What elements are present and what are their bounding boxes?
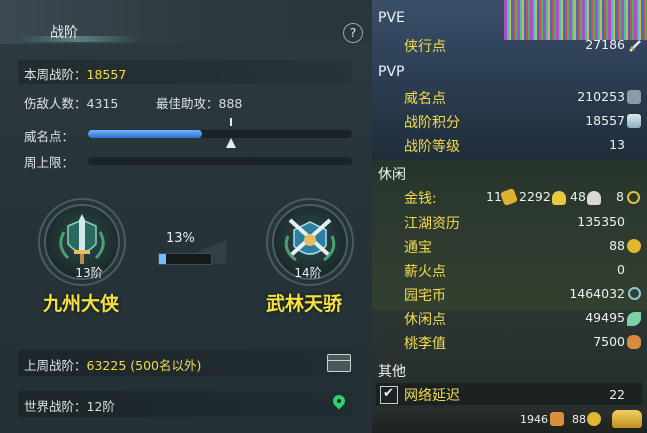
last-week-label: 上周战阶： xyxy=(24,358,87,373)
tier-progress-text: 13% xyxy=(166,231,195,246)
copper-ingot-icon xyxy=(587,191,601,205)
tier-progress-bar xyxy=(158,253,212,265)
pvp-prestige-value: 210253 xyxy=(577,89,625,104)
current-rank-row: 本周战阶：18557 xyxy=(18,60,352,84)
flag-icon xyxy=(627,90,641,104)
pvp-level-value: 13 xyxy=(609,137,625,152)
peach-value-label: 桃李值 xyxy=(404,336,446,352)
money-silver: 2292 xyxy=(519,189,551,204)
pve-row: 侠行点 27186 xyxy=(372,34,647,56)
swirl-icon xyxy=(628,287,641,300)
pvp-prestige-label: 威名点 xyxy=(404,91,446,107)
world-rank-row: 世界战阶：12阶 xyxy=(18,391,352,417)
leaf-icon xyxy=(627,312,641,326)
prestige-marker xyxy=(230,118,232,126)
assist-label: 最佳助攻： xyxy=(156,96,219,111)
scroll-icon xyxy=(550,412,564,426)
leisure-row-tongbao: 通宝 88 xyxy=(372,235,647,257)
gold-ingot-large-icon[interactable] xyxy=(612,410,642,428)
pvp-score-value: 18557 xyxy=(585,113,625,128)
last-week-row: 上周战阶：63225 (500名以外) xyxy=(18,350,352,376)
title-decoration xyxy=(18,36,138,42)
money-gold: 11 xyxy=(486,189,502,204)
pve-header: PVE xyxy=(378,10,405,26)
money-other: 8 xyxy=(616,189,624,204)
badge-icon xyxy=(627,114,641,128)
kills-value: 4315 xyxy=(86,96,119,111)
fire-points-value: 0 xyxy=(617,262,625,277)
panel-title: 战阶 xyxy=(50,25,78,41)
tongbao-label: 通宝 xyxy=(404,240,432,256)
assist-value: 888 xyxy=(218,96,243,111)
money-copper: 48 xyxy=(570,189,586,204)
coin-ring-icon xyxy=(627,191,640,204)
home-coin-value: 1464032 xyxy=(569,286,625,301)
bottom-bar: 1946 88 xyxy=(372,408,647,433)
pvp-row-level: 战阶等级 13 xyxy=(372,134,647,156)
bottom-value-1: 1946 xyxy=(520,413,548,426)
coin-icon xyxy=(627,239,641,253)
kills-label: 伤敌人数： xyxy=(24,96,87,111)
last-week-value: 63225 (500名以外) xyxy=(86,358,202,373)
leisure-row-fire: 薪火点 0 xyxy=(372,259,647,281)
network-checkbox[interactable] xyxy=(380,386,398,404)
leisure-points-value: 49495 xyxy=(585,310,625,325)
network-label: 网络延迟 xyxy=(404,388,460,404)
prestige-marker-arrow xyxy=(226,138,236,148)
prestige-bar-fill xyxy=(88,130,202,138)
qualification-label: 江湖资历 xyxy=(404,216,460,232)
pvp-level-label: 战阶等级 xyxy=(404,139,460,155)
weekly-cap-bar xyxy=(88,157,352,165)
qualification-value: 135350 xyxy=(577,214,625,229)
money-label: 金钱: xyxy=(404,191,437,207)
leisure-header: 休闲 xyxy=(378,167,406,183)
pve-label: 侠行点 xyxy=(404,39,446,55)
help-icon[interactable]: ? xyxy=(343,23,363,43)
world-rank-label: 世界战阶： xyxy=(24,399,87,414)
prestige-bar xyxy=(88,118,352,148)
tier-progress-fill xyxy=(159,254,166,264)
prestige-label: 威名点： xyxy=(24,129,75,144)
weekly-cap-label: 周上限： xyxy=(24,155,75,170)
fire-points-label: 薪火点 xyxy=(404,264,446,280)
other-header: 其他 xyxy=(378,364,406,380)
pvp-row-prestige: 威名点 210253 xyxy=(372,86,647,108)
rank-panel: 战阶 ? 本周战阶：18557 伤敌人数：4315 最佳助攻：888 威名点： … xyxy=(0,0,372,433)
currency-panel: PVE 侠行点 27186 PVP 威名点 210253 战阶积分 18557 … xyxy=(372,0,647,433)
tongbao-value: 88 xyxy=(609,238,625,253)
bottom-value-2: 88 xyxy=(572,413,586,426)
current-tier-name: 九州大侠 xyxy=(42,293,119,315)
next-tier-name: 武林天骄 xyxy=(265,293,342,315)
money-row: 金钱: 11 2292 48 8 xyxy=(372,186,647,208)
network-value: 22 xyxy=(609,387,625,402)
pve-value: 27186 xyxy=(585,37,625,52)
current-rank-label: 本周战阶： xyxy=(24,67,87,82)
silver-ingot-icon xyxy=(552,191,566,205)
coin-icon-bottom xyxy=(587,412,601,426)
pvp-row-score: 战阶积分 18557 xyxy=(372,110,647,132)
pouch-icon xyxy=(627,335,641,349)
gold-ingot-icon xyxy=(500,188,518,206)
leisure-row-leisure: 休闲点 49495 xyxy=(372,307,647,329)
sword-icon xyxy=(628,38,642,52)
current-tier-level: 13阶 xyxy=(75,266,103,280)
pvp-header: PVP xyxy=(378,64,405,80)
leisure-row-peach: 桃李值 7500 xyxy=(372,331,647,353)
chest-icon[interactable] xyxy=(327,354,351,372)
leisure-row-home: 园宅币 1464032 xyxy=(372,283,647,305)
peach-value: 7500 xyxy=(593,334,625,349)
pvp-score-label: 战阶积分 xyxy=(404,115,460,131)
leisure-row-qualification: 江湖资历 135350 xyxy=(372,211,647,233)
world-rank-value: 12阶 xyxy=(86,399,115,414)
next-tier-level: 14阶 xyxy=(294,266,322,280)
leisure-points-label: 休闲点 xyxy=(404,312,446,328)
home-coin-label: 园宅币 xyxy=(404,288,446,304)
current-rank-value: 18557 xyxy=(86,67,127,82)
